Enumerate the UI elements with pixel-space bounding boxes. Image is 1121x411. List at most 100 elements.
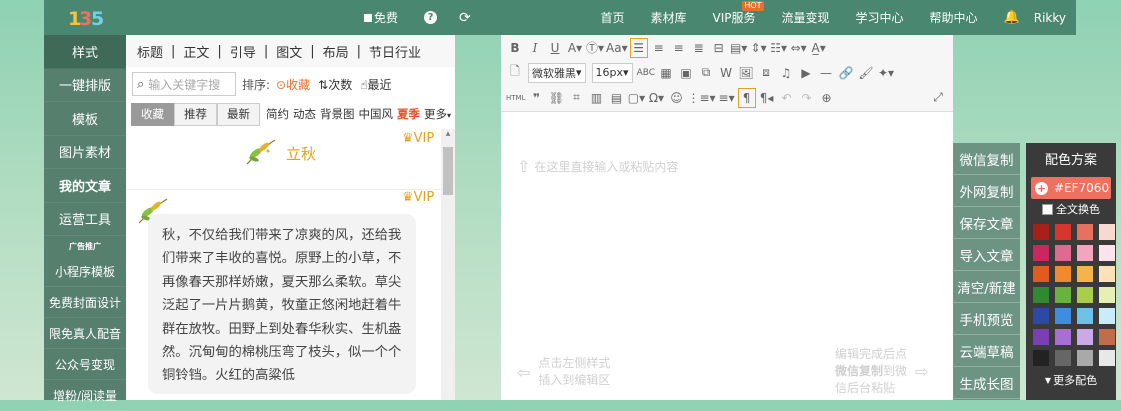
- wechat-copy-button[interactable]: 微信复制: [953, 143, 1020, 175]
- format-painter-icon[interactable]: 🖌: [857, 63, 875, 83]
- current-color[interactable]: + #EF7060: [1031, 177, 1111, 199]
- filter-newest[interactable]: 最新: [217, 102, 260, 126]
- line-height-icon[interactable]: ⇕▾: [750, 38, 768, 58]
- undo-icon[interactable]: ↶: [778, 88, 796, 108]
- fullscreen-icon[interactable]: ⤢: [929, 88, 947, 108]
- color-swatch[interactable]: [1077, 266, 1093, 282]
- color-swatch[interactable]: [1099, 287, 1115, 303]
- nav-learn[interactable]: 学习中心: [856, 9, 904, 26]
- tag-background[interactable]: 背景图: [320, 106, 355, 122]
- text-size-icon[interactable]: A̲▾: [810, 38, 828, 58]
- paragraph-spacing-icon[interactable]: ☷▾: [770, 38, 788, 58]
- menu-one-click-layout[interactable]: 一键排版: [44, 69, 126, 102]
- align-justify-icon[interactable]: ≣: [690, 38, 708, 58]
- nav-vip[interactable]: VIP服务 HOT: [713, 1, 764, 26]
- phone-preview-button[interactable]: 手机预览: [953, 303, 1020, 335]
- quote-icon[interactable]: ❞: [527, 88, 545, 108]
- color-swatch[interactable]: [1099, 224, 1115, 240]
- video-icon[interactable]: ▶: [797, 63, 815, 83]
- color-swatch[interactable]: [1099, 308, 1115, 324]
- color-swatch[interactable]: [1055, 224, 1071, 240]
- indent-icon[interactable]: ⊟: [710, 38, 728, 58]
- long-image-button[interactable]: 生成长图: [953, 367, 1020, 399]
- bg-color-icon[interactable]: Ⓣ▾: [586, 38, 604, 58]
- menu-template[interactable]: 模板: [44, 102, 126, 136]
- divider-icon[interactable]: —: [817, 63, 835, 83]
- color-swatch[interactable]: [1077, 350, 1093, 366]
- menu-style[interactable]: 样式: [44, 35, 126, 69]
- color-swatch[interactable]: [1055, 266, 1071, 282]
- color-swatch[interactable]: [1099, 329, 1115, 345]
- italic-icon[interactable]: I: [526, 38, 544, 58]
- document-icon[interactable]: 🗋: [506, 63, 524, 83]
- nav-material[interactable]: 素材库: [651, 9, 687, 26]
- underline-icon[interactable]: U: [546, 38, 564, 58]
- external-copy-button[interactable]: 外网复制: [953, 175, 1020, 207]
- menu-followers[interactable]: 增粉/阅读量: [44, 380, 126, 411]
- cloud-draft-button[interactable]: 云端草稿: [953, 335, 1020, 367]
- align-center-icon[interactable]: ≡: [650, 38, 668, 58]
- editor-body[interactable]: ⇧ 在这里直接输入或粘贴内容 ⇦ 点击左侧样式 插入到编辑区 编辑完成后点 微信…: [501, 111, 953, 400]
- tag-chinese[interactable]: 中国风: [359, 106, 394, 122]
- site-logo[interactable]: 1 3 5: [66, 6, 106, 30]
- crop-icon[interactable]: ⌗: [567, 88, 585, 108]
- layout-icon[interactable]: ▤: [607, 88, 625, 108]
- color-swatch[interactable]: [1033, 245, 1049, 261]
- menu-account-monetize[interactable]: 公众号变现: [44, 349, 126, 380]
- color-swatch[interactable]: [1033, 287, 1049, 303]
- style-item-poem[interactable]: ♛VIP 秋，不仅给我们带来了凉爽的风，还给我们带来了丰收的喜悦。原野上的小草，…: [126, 190, 441, 400]
- paragraph-icon[interactable]: ¶: [737, 87, 756, 108]
- font-size-select[interactable]: 16px ▾: [591, 62, 633, 83]
- sort-count[interactable]: ⇅次数: [318, 76, 352, 93]
- nav-help[interactable]: 帮助中心: [930, 9, 978, 26]
- color-swatch[interactable]: [1077, 329, 1093, 345]
- image-library-icon[interactable]: ⧉: [697, 63, 715, 83]
- tag-dynamic[interactable]: 动态: [293, 106, 316, 122]
- template-icon[interactable]: ▥: [587, 88, 605, 108]
- color-swatch[interactable]: [1055, 350, 1071, 366]
- refresh-icon[interactable]: ⟳: [459, 10, 471, 26]
- sort-favorites[interactable]: ⊙收藏: [276, 76, 310, 93]
- text-effect-icon[interactable]: Aa▾: [606, 38, 628, 58]
- music-icon[interactable]: ♫: [777, 63, 795, 83]
- color-swatch[interactable]: [1055, 308, 1071, 324]
- clear-new-button[interactable]: 清空/新建: [953, 271, 1020, 303]
- sort-recent[interactable]: ☝最近: [360, 76, 391, 93]
- filter-recommended[interactable]: 推荐: [174, 102, 217, 126]
- free-link[interactable]: 免费: [364, 9, 398, 26]
- align-left-icon[interactable]: ☰: [629, 37, 648, 58]
- omega-icon[interactable]: Ω▾: [647, 88, 665, 108]
- rtl-icon[interactable]: ¶◂: [758, 88, 776, 108]
- tab-festival[interactable]: 节日行业: [369, 42, 421, 61]
- save-article-button[interactable]: 保存文章: [953, 207, 1020, 239]
- color-swatch[interactable]: [1077, 308, 1093, 324]
- image-icon[interactable]: ▣: [677, 63, 695, 83]
- tag-simple[interactable]: 简约: [266, 106, 289, 122]
- tab-image-text[interactable]: 图文: [276, 42, 302, 61]
- tab-guide[interactable]: 引导: [230, 42, 256, 61]
- unordered-list-icon[interactable]: ≡▾: [718, 88, 736, 108]
- html-icon[interactable]: HTML: [506, 88, 525, 108]
- align-right-icon[interactable]: ≡: [670, 38, 688, 58]
- frame-icon[interactable]: ▢▾: [627, 88, 645, 108]
- color-swatch[interactable]: [1099, 266, 1115, 282]
- color-swatch[interactable]: [1033, 350, 1049, 366]
- table-icon[interactable]: ▦: [657, 63, 675, 83]
- full-text-recolor[interactable]: 全文换色: [1026, 199, 1116, 219]
- color-swatch[interactable]: [1099, 245, 1115, 261]
- font-color-icon[interactable]: A▾: [566, 38, 584, 58]
- zoom-icon[interactable]: ⊕: [818, 88, 836, 108]
- color-swatch[interactable]: [1077, 224, 1093, 240]
- bell-icon[interactable]: 🔔: [1004, 10, 1020, 25]
- color-swatch[interactable]: [1099, 350, 1115, 366]
- word-icon[interactable]: W: [717, 63, 735, 83]
- nav-home[interactable]: 首页: [600, 9, 624, 26]
- color-swatch[interactable]: [1055, 329, 1071, 345]
- color-swatch[interactable]: [1055, 287, 1071, 303]
- color-swatch[interactable]: [1077, 245, 1093, 261]
- color-swatch[interactable]: [1033, 224, 1049, 240]
- checkbox[interactable]: [1042, 203, 1053, 215]
- multi-image-icon[interactable]: ⧈: [757, 63, 775, 83]
- color-swatch[interactable]: [1055, 245, 1071, 261]
- color-swatch[interactable]: [1077, 287, 1093, 303]
